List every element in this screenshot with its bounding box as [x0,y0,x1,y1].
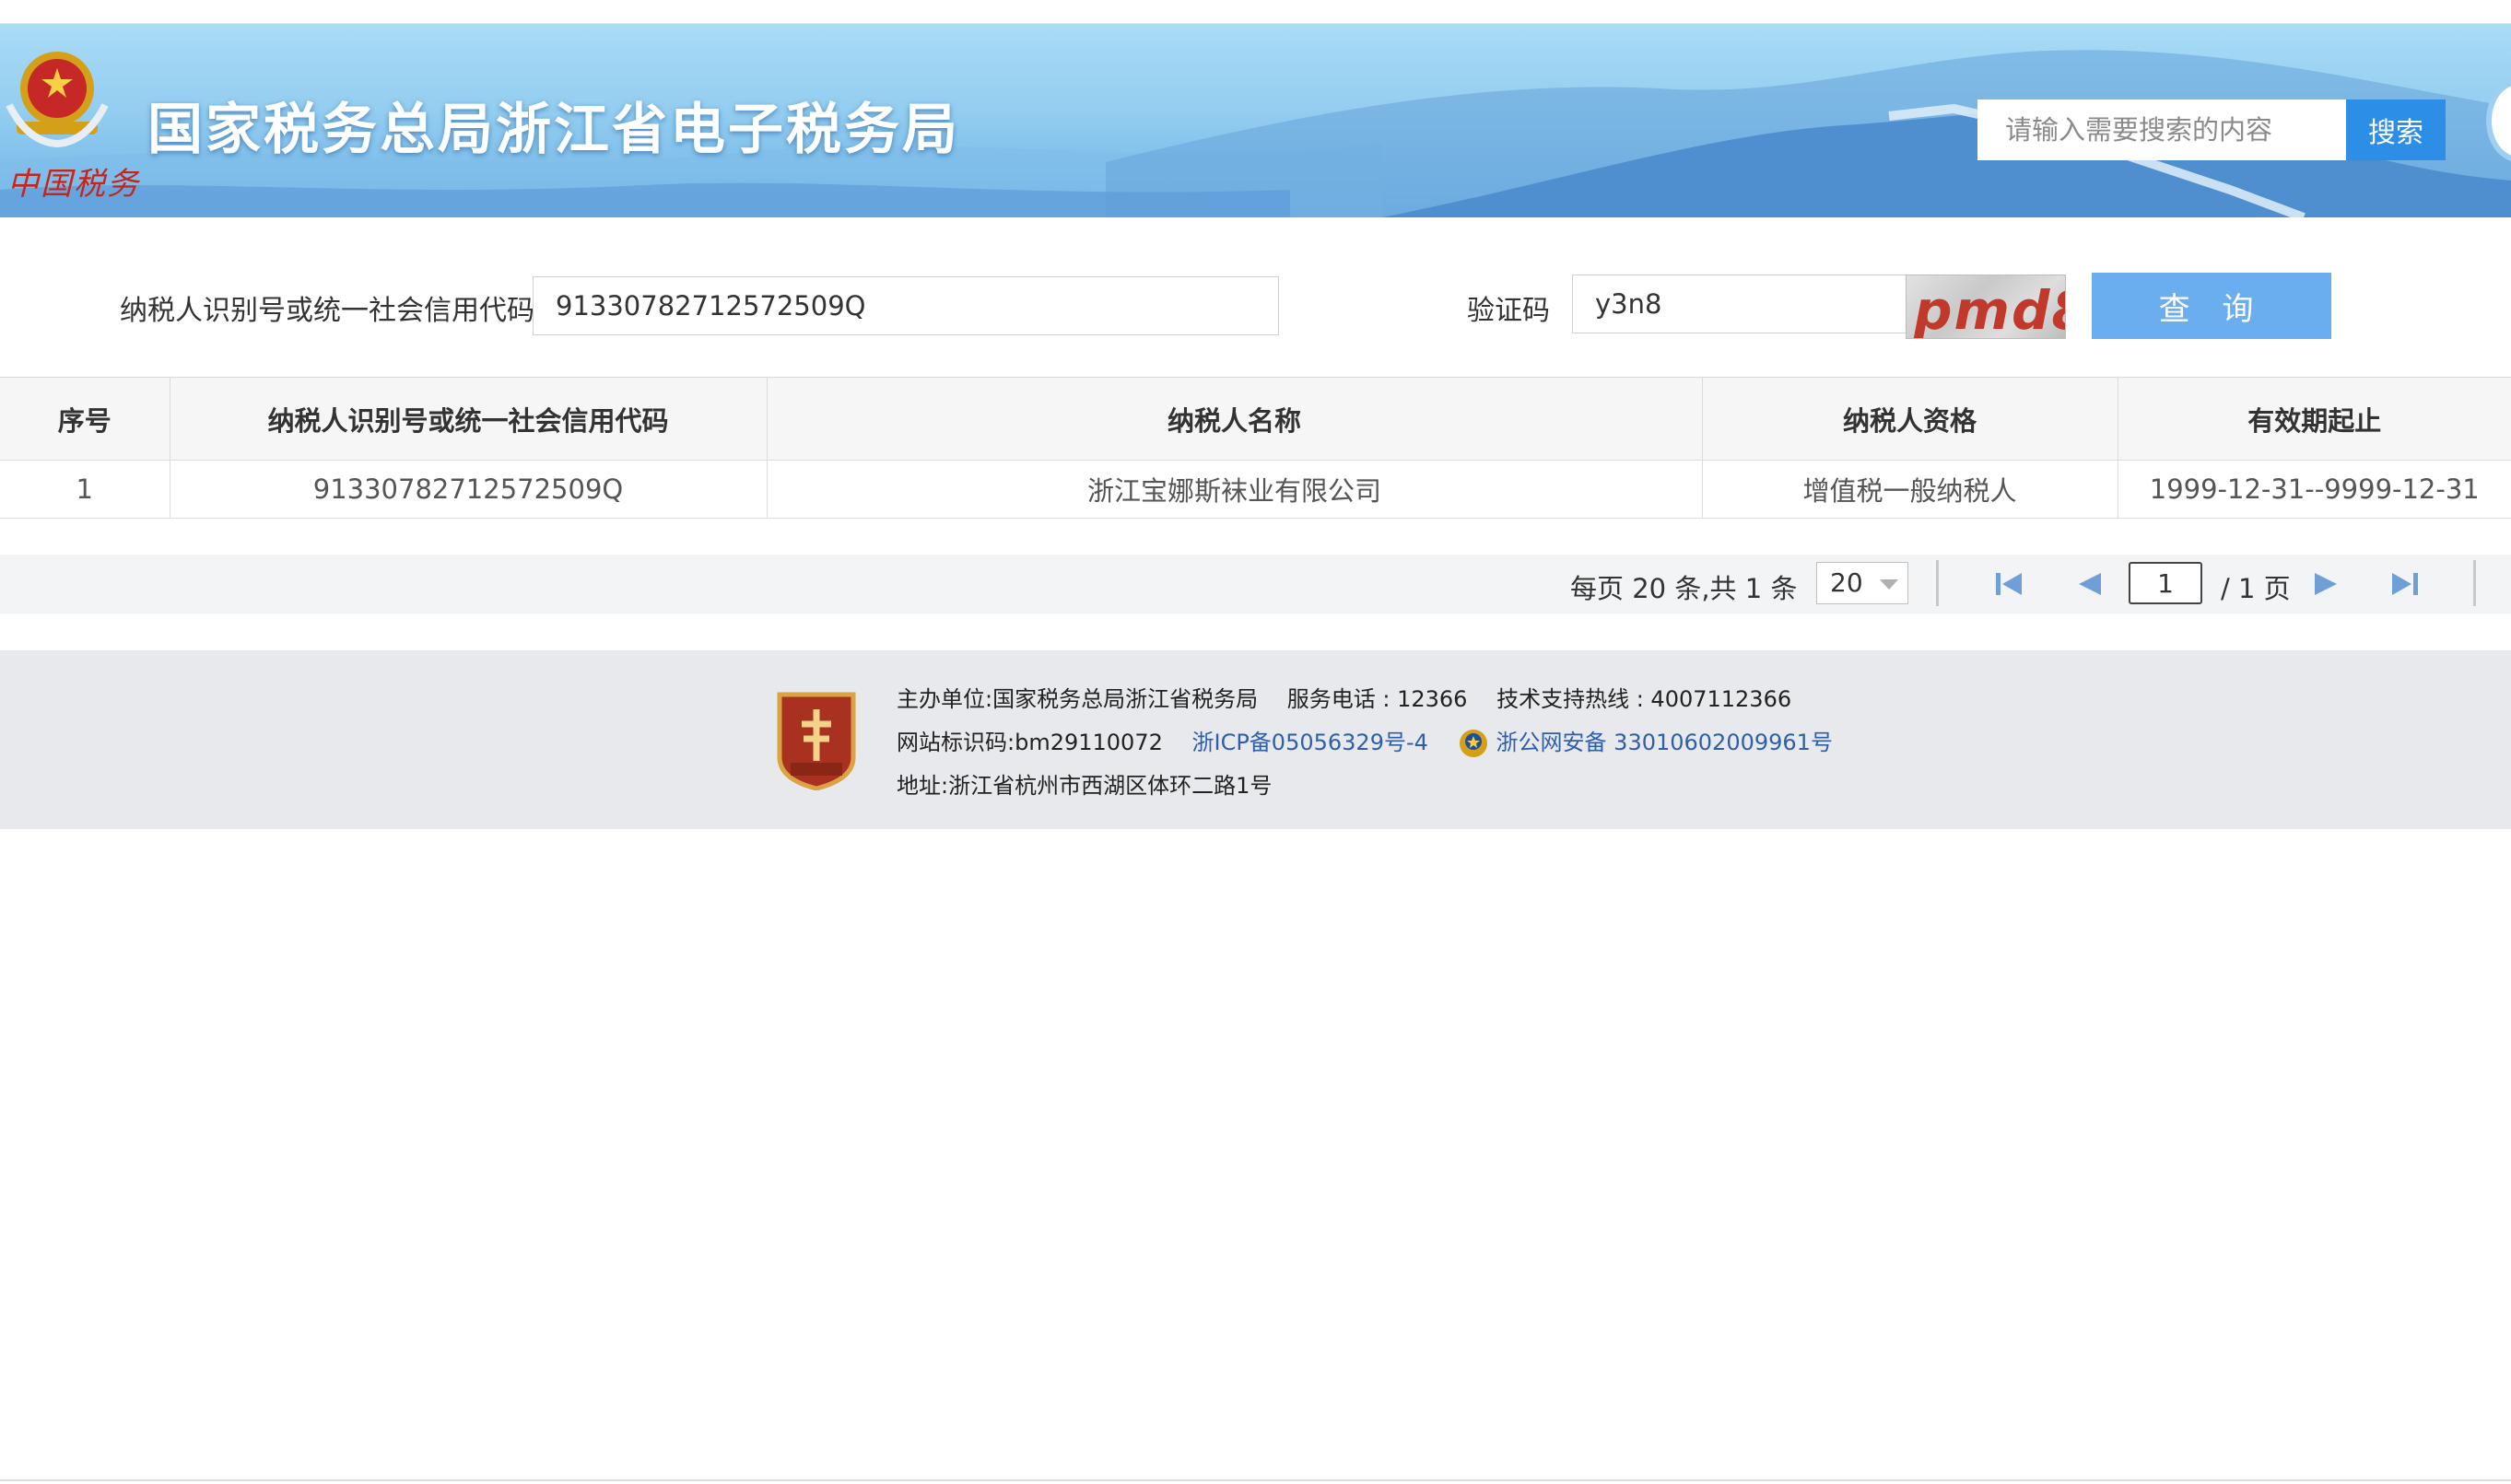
column-header-qualification: 纳税人资格 [1701,377,2118,461]
taxpayer-id-input[interactable] [533,276,1279,335]
total-pages-label: / 1 页 [2221,573,2291,604]
footer-tech-hotline: 技术支持热线 : 4007112366 [1496,686,1792,712]
footer-record-line: 网站标识码:bm29110072 浙ICP备05056329号-4 浙公网安备 … [897,724,1855,759]
captcha-image[interactable]: pmd8 [1906,275,2066,339]
footer-site-id: 网站标识码:bm29110072 [897,730,1163,755]
page-size-select[interactable]: 20 [1816,562,1908,604]
column-header-taxpayer-name: 纳税人名称 [766,377,1702,461]
site-footer: 主办单位:国家税务总局浙江省税务局 服务电话 : 12366 技术支持热线 : … [0,650,2511,829]
column-header-validity-period: 有效期起止 [2117,377,2511,461]
site-search-button[interactable]: 搜索 [2346,99,2446,160]
current-page-input[interactable] [2129,562,2202,604]
footer-icp-link[interactable]: 浙ICP备05056329号-4 [1192,724,1428,756]
footer-address: 地址:浙江省杭州市西湖区体环二路1号 [897,773,1273,799]
taxpayer-id-label: 纳税人识别号或统一社会信用代码 [120,295,534,327]
page-bottom-border [0,1479,2511,1481]
column-header-index: 序号 [0,377,170,461]
pagination-summary: 每页 20 条,共 1 条 [1570,573,1798,604]
footer-host-line: 主办单位:国家税务总局浙江省税务局 服务电话 : 12366 技术支持热线 : … [897,681,1813,713]
site-title: 国家税务总局浙江省电子税务局 [147,98,960,162]
tax-bureau-emblem-icon [6,52,109,148]
pagination-bar: 每页 20 条,共 1 条 20 / 1 页 [0,555,2511,613]
party-government-badge-icon[interactable] [774,687,859,790]
table-header-row: 序号 纳税人识别号或统一社会信用代码 纳税人名称 纳税人资格 有效期起止 [0,377,2511,461]
site-search-input[interactable] [1977,99,2346,160]
site-header-banner: 中国税务 国家税务总局浙江省电子税务局 搜索 [0,24,2511,217]
top-border [0,0,2511,24]
cell-qualification: 增值税一般纳税人 [1701,460,2118,519]
query-button[interactable]: 查 询 [2092,273,2331,339]
captcha-image-text: pmd8 [1914,279,2065,339]
last-page-icon[interactable] [2387,569,2423,599]
pagination-divider [2473,560,2476,606]
captcha-input[interactable] [1572,275,1907,333]
footer-host-label: 主办单位: [897,686,993,712]
cell-taxpayer-name: 浙江宝娜斯袜业有限公司 [766,460,1702,519]
footer-host: 主办单位:国家税务总局浙江省税务局 [897,681,1258,713]
china-tax-script-logo: 中国税务 [7,166,140,203]
footer-host-value: 国家税务总局浙江省税务局 [992,686,1259,712]
previous-page-icon[interactable] [2071,569,2108,599]
footer-police-record[interactable]: 浙公网安备 33010602009961号 [1458,724,1833,759]
chevron-down-icon [1880,579,1898,590]
first-page-icon[interactable] [1990,569,2027,599]
police-emblem-icon [1459,730,1487,757]
results-table: 序号 纳税人识别号或统一社会信用代码 纳税人名称 纳税人资格 有效期起止 1 9… [0,377,2511,519]
column-header-taxpayer-id: 纳税人识别号或统一社会信用代码 [169,377,767,461]
cell-taxpayer-id: 91330782712572509Q [169,460,767,519]
cell-validity-period: 1999-12-31--9999-12-31 [2117,460,2511,519]
cell-index: 1 [0,460,170,519]
table-row: 1 91330782712572509Q 浙江宝娜斯袜业有限公司 增值税一般纳税… [0,460,2511,519]
next-page-icon[interactable] [2307,569,2344,599]
page-size-value: 20 [1830,567,1863,598]
pagination-divider [1936,560,1939,606]
captcha-label: 验证码 [1467,295,1550,327]
footer-service-phone: 服务电话 : 12366 [1286,686,1468,712]
footer-police-record-link[interactable]: 浙公网安备 33010602009961号 [1496,730,1833,755]
